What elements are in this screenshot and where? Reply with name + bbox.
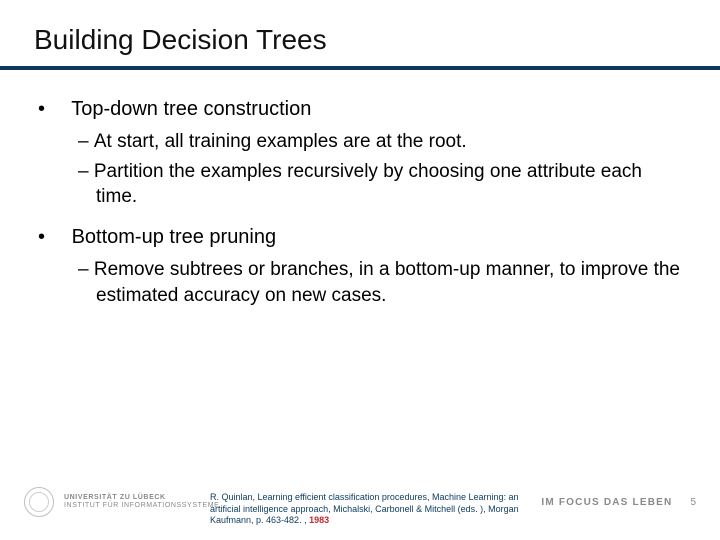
university-line1: UNIVERSITÄT ZU LÜBECK bbox=[64, 494, 219, 502]
motto: IM FOCUS DAS LEBEN bbox=[541, 497, 672, 508]
bullet-text: Bottom-up tree pruning bbox=[72, 226, 277, 248]
slide-content: Top-down tree construction At start, all… bbox=[34, 96, 686, 308]
sub-bullet-list: At start, all training examples are at t… bbox=[34, 129, 686, 210]
sub-bullet-list: Remove subtrees or branches, in a bottom… bbox=[34, 257, 686, 308]
university-line2: INSTITUT FÜR INFORMATIONSSYSTEME bbox=[64, 502, 219, 510]
footer: UNIVERSITÄT ZU LÜBECK INSTITUT FÜR INFOR… bbox=[0, 478, 720, 526]
footer-left: UNIVERSITÄT ZU LÜBECK INSTITUT FÜR INFOR… bbox=[24, 487, 219, 517]
bullet-text: Top-down tree construction bbox=[71, 98, 311, 120]
title-divider bbox=[0, 66, 720, 70]
bullet-list: Top-down tree construction At start, all… bbox=[34, 96, 686, 308]
sub-bullet-item: Partition the examples recursively by ch… bbox=[34, 159, 686, 210]
slide-title: Building Decision Trees bbox=[34, 24, 686, 56]
bullet-item: Top-down tree construction At start, all… bbox=[34, 96, 686, 210]
university-seal-icon bbox=[24, 487, 54, 517]
university-name: UNIVERSITÄT ZU LÜBECK INSTITUT FÜR INFOR… bbox=[64, 494, 219, 509]
bullet-item: Bottom-up tree pruning Remove subtrees o… bbox=[34, 224, 686, 308]
slide: Building Decision Trees Top-down tree co… bbox=[0, 0, 720, 540]
sub-bullet-item: Remove subtrees or branches, in a bottom… bbox=[34, 257, 686, 308]
page-number: 5 bbox=[690, 497, 696, 508]
footer-right: IM FOCUS DAS LEBEN 5 bbox=[541, 497, 696, 508]
sub-bullet-item: At start, all training examples are at t… bbox=[34, 129, 686, 155]
